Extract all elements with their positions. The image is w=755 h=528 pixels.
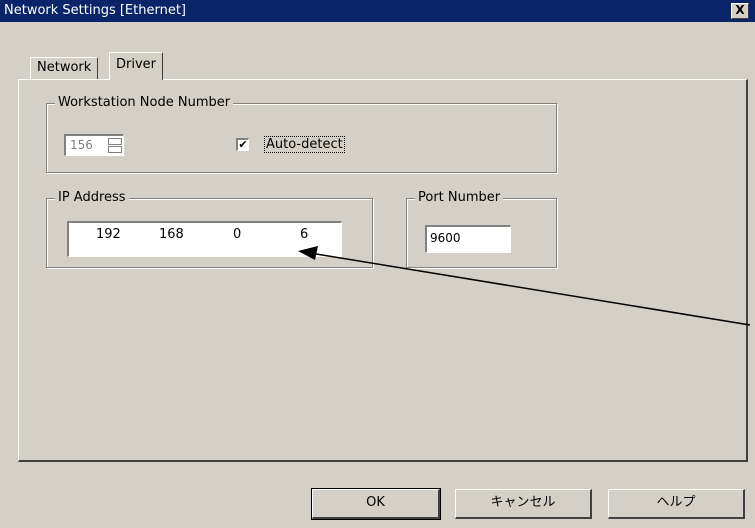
ip-address-legend: IP Address	[55, 190, 129, 206]
tab-network[interactable]: Network	[30, 57, 99, 79]
node-number-value: 156	[70, 138, 93, 152]
ip-octet-1[interactable]: 192	[96, 227, 121, 242]
ok-button[interactable]: OK	[311, 488, 441, 520]
node-number-field: 156	[64, 134, 124, 156]
ip-address-field[interactable]: 192 168 0 6	[67, 221, 342, 257]
ip-octet-4[interactable]: 6	[300, 227, 308, 242]
network-settings-window: Network Settings [Ethernet] X Network Dr…	[0, 0, 755, 528]
spinner-arrows-icon	[108, 138, 122, 154]
ip-octet-3[interactable]: 0	[233, 227, 241, 242]
window-title: Network Settings [Ethernet]	[4, 3, 187, 18]
tab-driver[interactable]: Driver	[109, 52, 164, 80]
close-button[interactable]: X	[731, 3, 749, 19]
help-button[interactable]: ヘルプ	[608, 489, 745, 519]
port-number-legend: Port Number	[415, 190, 504, 206]
title-bar: Network Settings [Ethernet] X	[0, 0, 755, 22]
workstation-node-legend: Workstation Node Number	[55, 95, 234, 111]
node-number-spinner: 156	[64, 134, 124, 156]
auto-detect-checkbox[interactable]: ✔	[236, 138, 249, 151]
auto-detect-label[interactable]: Auto-detect	[264, 136, 345, 153]
ip-octet-2[interactable]: 168	[159, 227, 184, 242]
port-number-value: 9600	[430, 231, 461, 245]
port-number-field[interactable]: 9600	[425, 225, 511, 253]
cancel-button[interactable]: キャンセル	[455, 489, 592, 519]
